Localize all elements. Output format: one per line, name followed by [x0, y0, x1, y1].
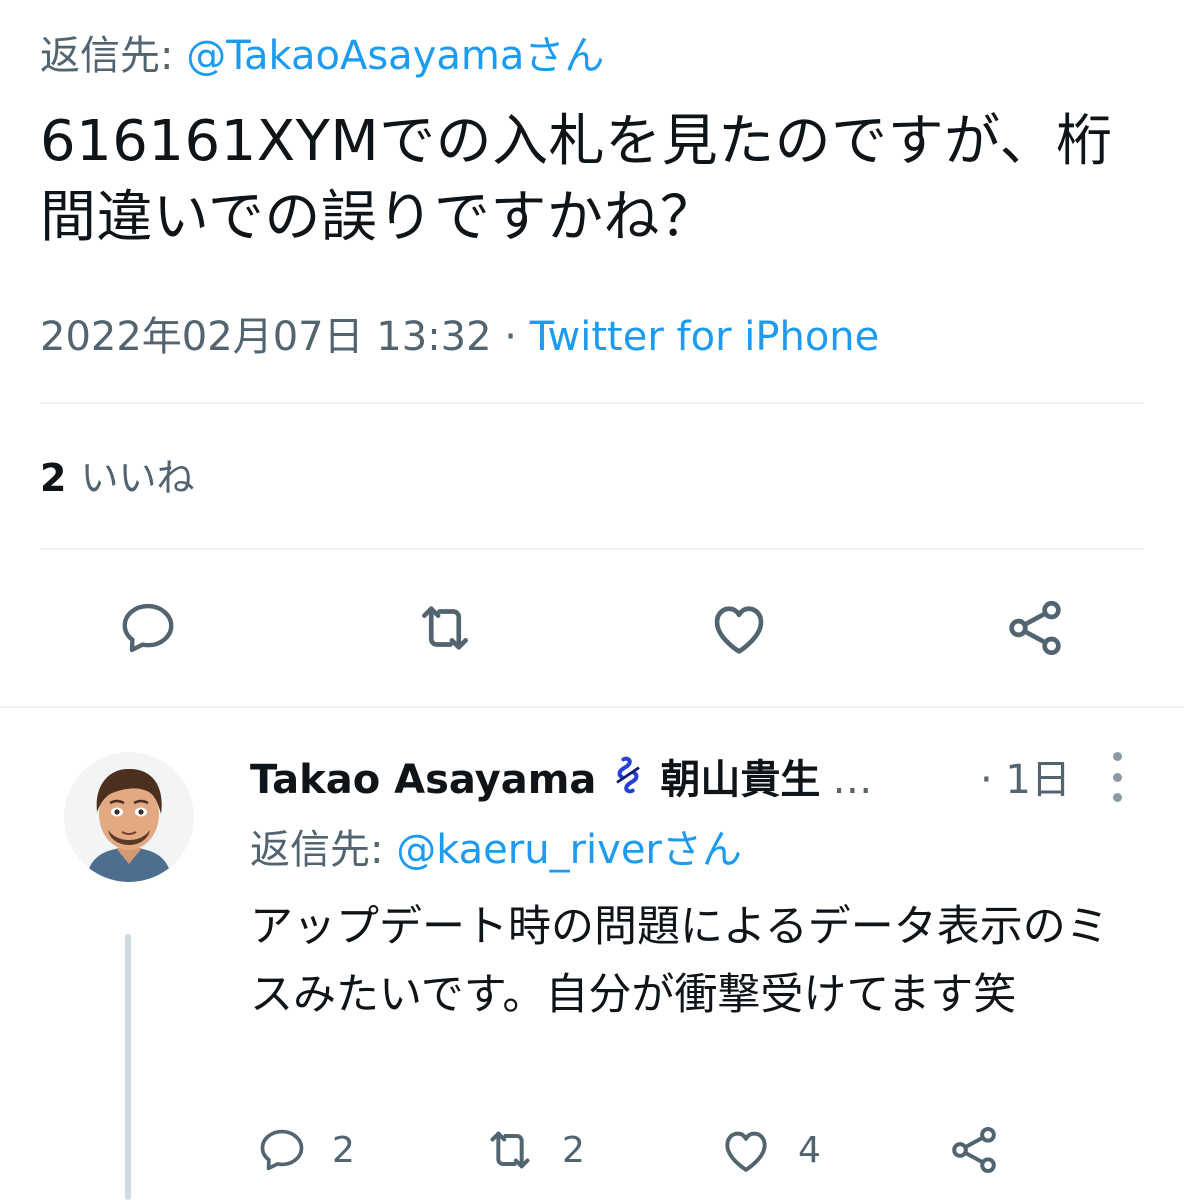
- retweet-icon: [490, 1131, 530, 1169]
- divider: [40, 402, 1144, 404]
- tweet-timestamp[interactable]: 2022年02月07日 13:32 ·: [40, 314, 530, 360]
- tweet-text: 616161XYMでの入札を見たのですが、桁間違いでの誤りですかね？: [40, 109, 1113, 250]
- symbol-logo-icon: [606, 753, 650, 812]
- tweet-source[interactable]: Twitter for iPhone: [530, 314, 880, 360]
- retweet-count: 2: [562, 1129, 585, 1171]
- reply-icon: [260, 1129, 304, 1171]
- reply-to-prefix: 返信先:: [40, 33, 187, 79]
- likes-label: いいね: [80, 456, 195, 500]
- reply-to-line: 返信先: @TakaoAsayamaさん: [40, 28, 604, 84]
- reply-to-prefix: 返信先:: [250, 827, 397, 873]
- reply-to-line: 返信先: @kaeru_riverさん: [250, 822, 742, 878]
- section-separator: [0, 706, 1184, 708]
- dot: [1112, 752, 1122, 761]
- retweet-icon[interactable]: [412, 595, 478, 661]
- reply-to-mention[interactable]: @kaeru_riverさん: [396, 827, 742, 873]
- avatar[interactable]: [64, 752, 194, 882]
- tweet-action-bar: [0, 595, 1184, 665]
- thread-line: [125, 934, 131, 1200]
- likes-count-link[interactable]: 2 いいね: [40, 450, 194, 506]
- reply-action-bar: 2 2 4: [250, 1120, 1150, 1180]
- share-icon[interactable]: [1002, 595, 1068, 661]
- tweet-detail-page: 返信先: @TakaoAsayamaさん 616161XYMでの入札を見たのです…: [0, 0, 1184, 1200]
- reply-text: アップデート時の問題によるデータ表示のミスみたいです。自分が衝撃受けてます笑: [250, 902, 1109, 1020]
- like-icon: [725, 1131, 767, 1172]
- reply-to-mention[interactable]: @TakaoAsayamaさん: [186, 33, 604, 79]
- dot: [1112, 772, 1122, 782]
- retweet-button[interactable]: 2: [482, 1120, 585, 1180]
- author-jp-name[interactable]: 朝山貴生: [660, 757, 820, 803]
- like-count: 4: [798, 1129, 821, 1171]
- like-icon[interactable]: [706, 595, 772, 661]
- divider: [40, 548, 1144, 550]
- share-icon: [952, 1127, 996, 1173]
- reply-count: 2: [332, 1129, 355, 1171]
- reply-time[interactable]: · 1日: [980, 752, 1071, 808]
- reply-author-header[interactable]: Takao Asayama 朝山貴生 … · 1日: [250, 752, 1130, 808]
- tweet-metadata: 2022年02月07日 13:32 · Twitter for iPhone: [40, 310, 879, 364]
- author-name[interactable]: Takao Asayama: [250, 757, 596, 803]
- reply-icon[interactable]: [115, 595, 181, 661]
- dot: [1112, 793, 1122, 802]
- reply-button[interactable]: 2: [256, 1120, 355, 1180]
- name-ellipsis: …: [832, 757, 873, 803]
- share-button[interactable]: [946, 1120, 1002, 1180]
- like-button[interactable]: 4: [718, 1120, 821, 1180]
- more-options-icon[interactable]: [1104, 752, 1130, 802]
- likes-count: 2: [40, 456, 67, 500]
